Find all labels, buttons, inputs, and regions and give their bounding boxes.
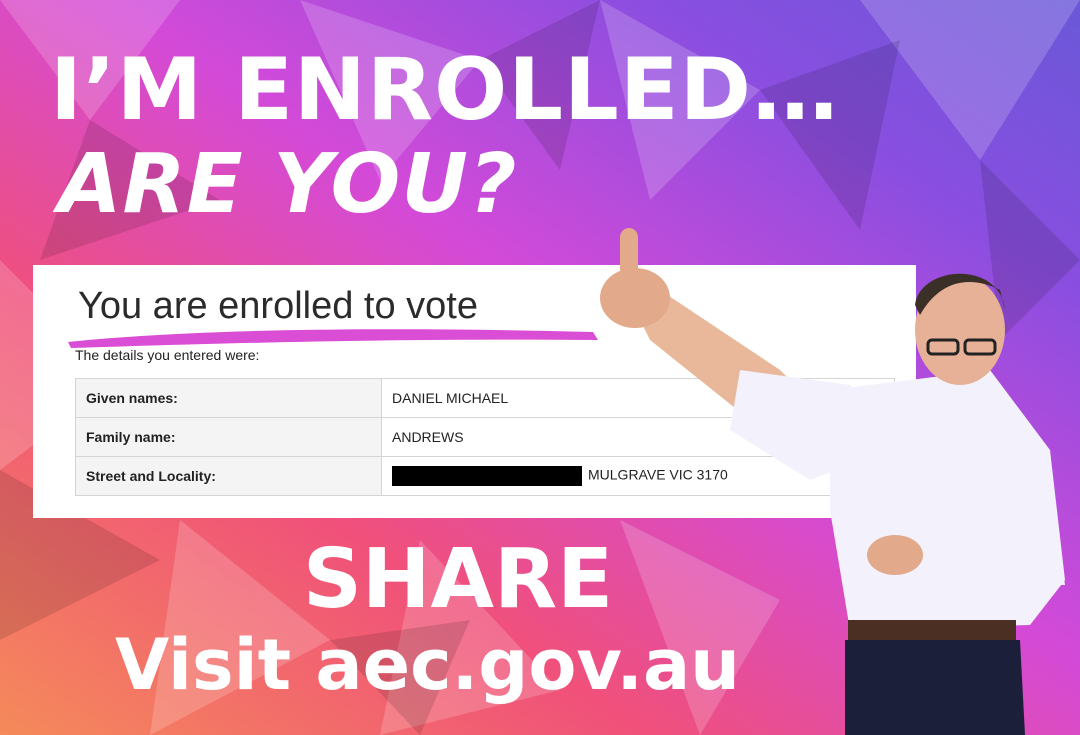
row-label: Given names:	[75, 378, 382, 418]
headline-line-1: I’M ENROLLED…	[50, 40, 839, 140]
share-heading: SHARE	[302, 532, 614, 627]
headline-line-2: ARE YOU?	[58, 137, 518, 232]
redaction-bar	[392, 466, 582, 486]
visit-website-text: Visit aec.gov.au	[115, 624, 741, 706]
row-label: Family name:	[75, 417, 382, 457]
card-title: You are enrolled to vote	[78, 285, 479, 327]
row-label: Street and Locality:	[75, 456, 382, 496]
